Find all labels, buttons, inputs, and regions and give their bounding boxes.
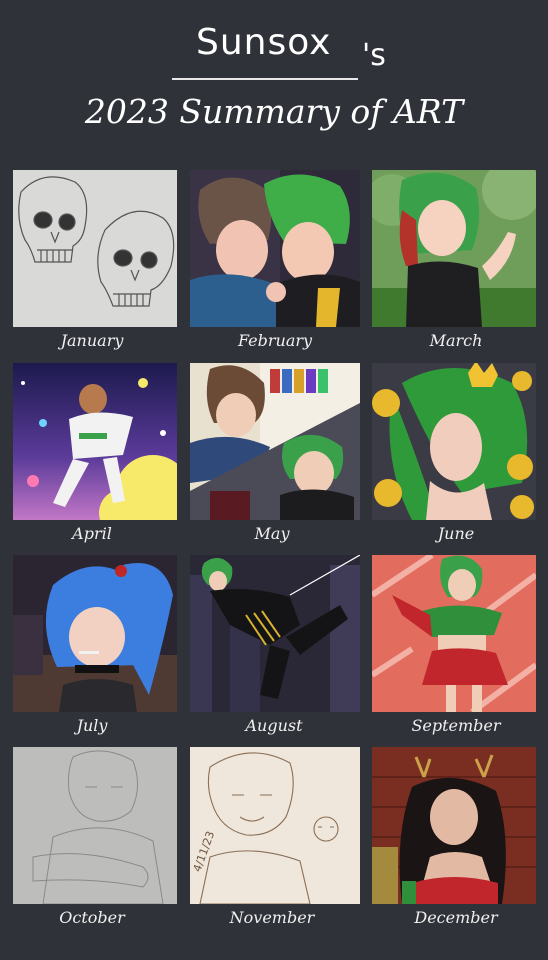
artwork-february[interactable] (190, 170, 360, 327)
month-label-june: June (437, 524, 475, 543)
month-label-january: January (60, 331, 124, 350)
month-label-february: February (237, 331, 313, 350)
month-label-april: April (72, 524, 112, 543)
artwork-june[interactable] (372, 363, 536, 520)
username-possessive: 's (362, 38, 386, 73)
username-underline (172, 78, 358, 80)
artwork-may[interactable] (190, 363, 360, 520)
artwork-march[interactable] (372, 170, 536, 327)
page-title: 2023 Summary of ART (84, 92, 464, 131)
artwork-april[interactable] (13, 363, 177, 520)
artwork-september[interactable] (372, 555, 536, 712)
month-label-november: November (229, 908, 315, 927)
month-label-september: September (411, 716, 501, 735)
artwork-october[interactable] (13, 747, 177, 904)
artwork-august[interactable] (190, 555, 360, 712)
month-label-march: March (429, 331, 483, 350)
artwork-november[interactable]: 4/11/23 (190, 747, 360, 904)
header: Sunsox 's 2023 Summary of ART (0, 0, 548, 160)
artwork-january[interactable] (13, 170, 177, 327)
month-label-may: May (254, 524, 290, 543)
artwork-december[interactable] (372, 747, 536, 904)
month-label-august: August (245, 716, 303, 735)
username: Sunsox (196, 22, 332, 63)
month-label-october: October (59, 908, 125, 927)
month-label-december: December (414, 908, 498, 927)
artwork-july[interactable] (13, 555, 177, 712)
month-label-july: July (76, 716, 108, 735)
